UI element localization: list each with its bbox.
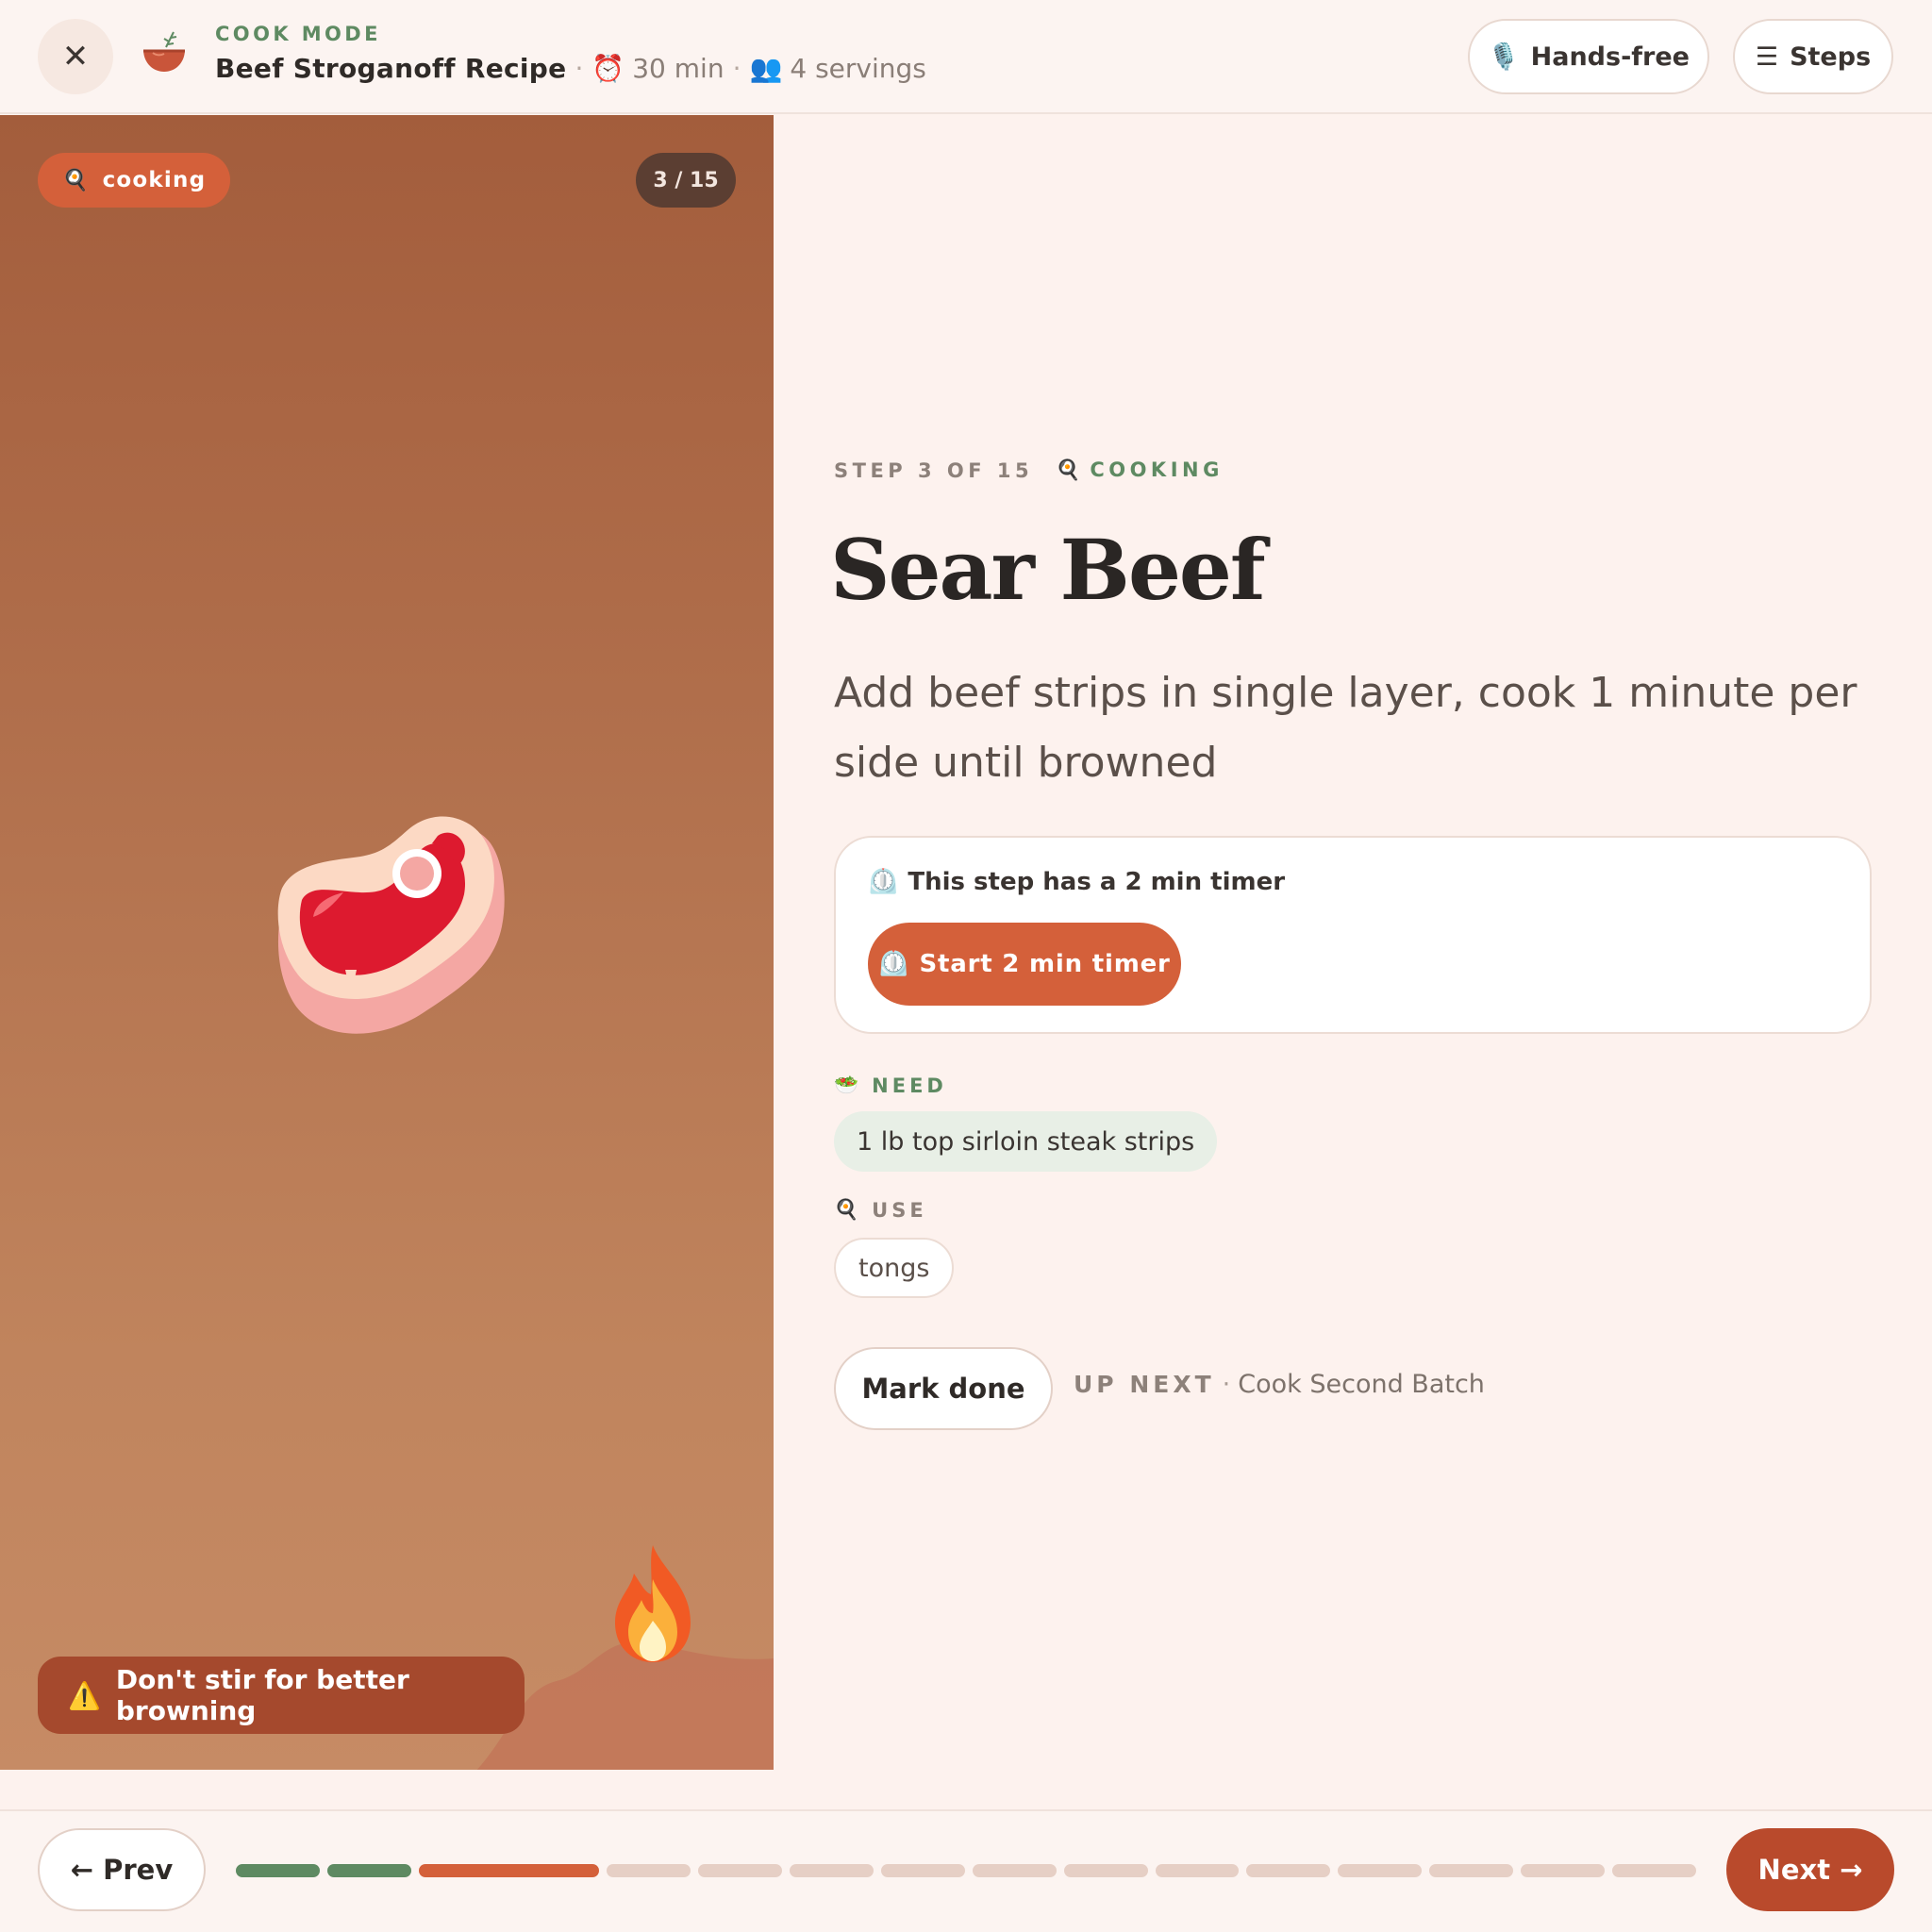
- progress-segment[interactable]: [1521, 1864, 1606, 1877]
- hands-free-button[interactable]: 🎙️ Hands-free: [1468, 19, 1709, 94]
- progress-segment[interactable]: [1338, 1864, 1423, 1877]
- steak-icon: [277, 816, 505, 1034]
- progress-segment[interactable]: [789, 1864, 874, 1877]
- cook-time: 30 min: [632, 53, 724, 84]
- timer-icon: ⏲️: [868, 868, 899, 896]
- step-phase-label: COOKING: [1090, 458, 1224, 481]
- progress-segment[interactable]: [236, 1864, 320, 1877]
- separator: ·: [1222, 1370, 1231, 1399]
- progress-segment[interactable]: [1246, 1864, 1331, 1877]
- progress-segment[interactable]: [972, 1864, 1057, 1877]
- step-description: Add beef strips in single layer, cook 1 …: [834, 669, 1857, 787]
- start-timer-label: Start 2 min timer: [919, 950, 1171, 978]
- recipe-title: Beef Stroganoff Recipe: [215, 53, 567, 84]
- tip-banner: ⚠️ Don't stir for better browning: [38, 1657, 525, 1734]
- step-number-label: STEP 3 OF 15: [834, 458, 1034, 482]
- progress-segment[interactable]: [697, 1864, 782, 1877]
- progress-segment[interactable]: [607, 1864, 691, 1877]
- up-next-step: Cook Second Batch: [1238, 1370, 1485, 1399]
- cook-mode-label: COOK MODE: [215, 23, 381, 45]
- close-button[interactable]: ✕: [38, 19, 113, 94]
- tool-chip: tongs: [834, 1238, 955, 1298]
- step-eyebrow: STEP 3 OF 15 🍳 COOKING: [834, 458, 1224, 482]
- list-icon: ☰: [1755, 42, 1779, 72]
- bowl-icon: [143, 31, 185, 72]
- people-icon: 👥: [749, 53, 783, 84]
- flame-icon: [615, 1545, 691, 1662]
- use-section-label: 🍳 USE: [834, 1198, 927, 1222]
- tip-text: Don't stir for better browning: [115, 1664, 409, 1726]
- cook-mode-header: ✕ COOK MODE Beef Stroganoff Recipe · ⏰ 30 …: [0, 0, 1932, 114]
- step-counter-badge: 3 / 15: [636, 153, 736, 208]
- separator: ·: [732, 53, 741, 84]
- phase-badge-label: cooking: [102, 168, 207, 192]
- microphone-icon: 🎙️: [1488, 42, 1520, 72]
- start-timer-button[interactable]: ⏲️ Start 2 min timer: [868, 923, 1181, 1006]
- progress-segment[interactable]: [326, 1864, 411, 1877]
- step-progress-bar: [236, 1864, 1697, 1877]
- timer-note-text: This step has a 2 min timer: [908, 868, 1286, 896]
- up-next-label: UP NEXT: [1074, 1371, 1215, 1398]
- step-phase: 🍳 COOKING: [1056, 458, 1224, 482]
- alarm-clock-icon: ⏰: [591, 53, 625, 84]
- step-navigation-footer: ← Prev Next →: [0, 1809, 1932, 1932]
- separator: ·: [575, 53, 584, 84]
- frying-pan-icon: 🍳: [1056, 458, 1081, 481]
- timer-card: ⏲️ This step has a 2 min timer ⏲️ Start 2 …: [834, 836, 1872, 1034]
- progress-segment[interactable]: [418, 1864, 600, 1877]
- warning-icon: ⚠️: [68, 1679, 101, 1711]
- timer-note: ⏲️ This step has a 2 min timer: [868, 868, 1285, 896]
- servings: 4 servings: [790, 53, 926, 84]
- steps-button[interactable]: ☰ Steps: [1733, 19, 1893, 94]
- step-title: Sear Beef: [830, 521, 1266, 619]
- progress-segment[interactable]: [1429, 1864, 1514, 1877]
- progress-segment[interactable]: [1612, 1864, 1697, 1877]
- prev-button[interactable]: ← Prev: [38, 1828, 206, 1911]
- need-label-text: NEED: [872, 1074, 947, 1097]
- close-icon: ✕: [61, 38, 90, 75]
- frying-pan-icon: 🍳: [834, 1198, 859, 1221]
- up-next: UP NEXT · Cook Second Batch: [1074, 1370, 1485, 1399]
- mark-done-button[interactable]: Mark done: [834, 1347, 1053, 1430]
- hands-free-label: Hands-free: [1530, 42, 1690, 72]
- step-illustration-pane: 🍳 cooking 3 / 15 ⚠️ Don't stir for bette…: [0, 115, 774, 1770]
- phase-badge: 🍳 cooking: [38, 153, 231, 208]
- need-section-label: 🥗 NEED: [834, 1074, 947, 1097]
- use-label-text: USE: [872, 1198, 927, 1222]
- steps-label: Steps: [1790, 42, 1872, 72]
- progress-segment[interactable]: [880, 1864, 965, 1877]
- progress-segment[interactable]: [1155, 1864, 1240, 1877]
- frying-pan-icon: 🍳: [62, 168, 90, 192]
- recipe-info-line: Beef Stroganoff Recipe · ⏰ 30 min · 👥 4 servi…: [215, 53, 926, 84]
- timer-icon: ⏲️: [878, 950, 910, 978]
- ingredient-chip: 1 lb top sirloin steak strips: [834, 1111, 1218, 1172]
- progress-segment[interactable]: [1063, 1864, 1148, 1877]
- salad-icon: 🥗: [834, 1074, 859, 1096]
- next-button[interactable]: Next →: [1726, 1828, 1894, 1911]
